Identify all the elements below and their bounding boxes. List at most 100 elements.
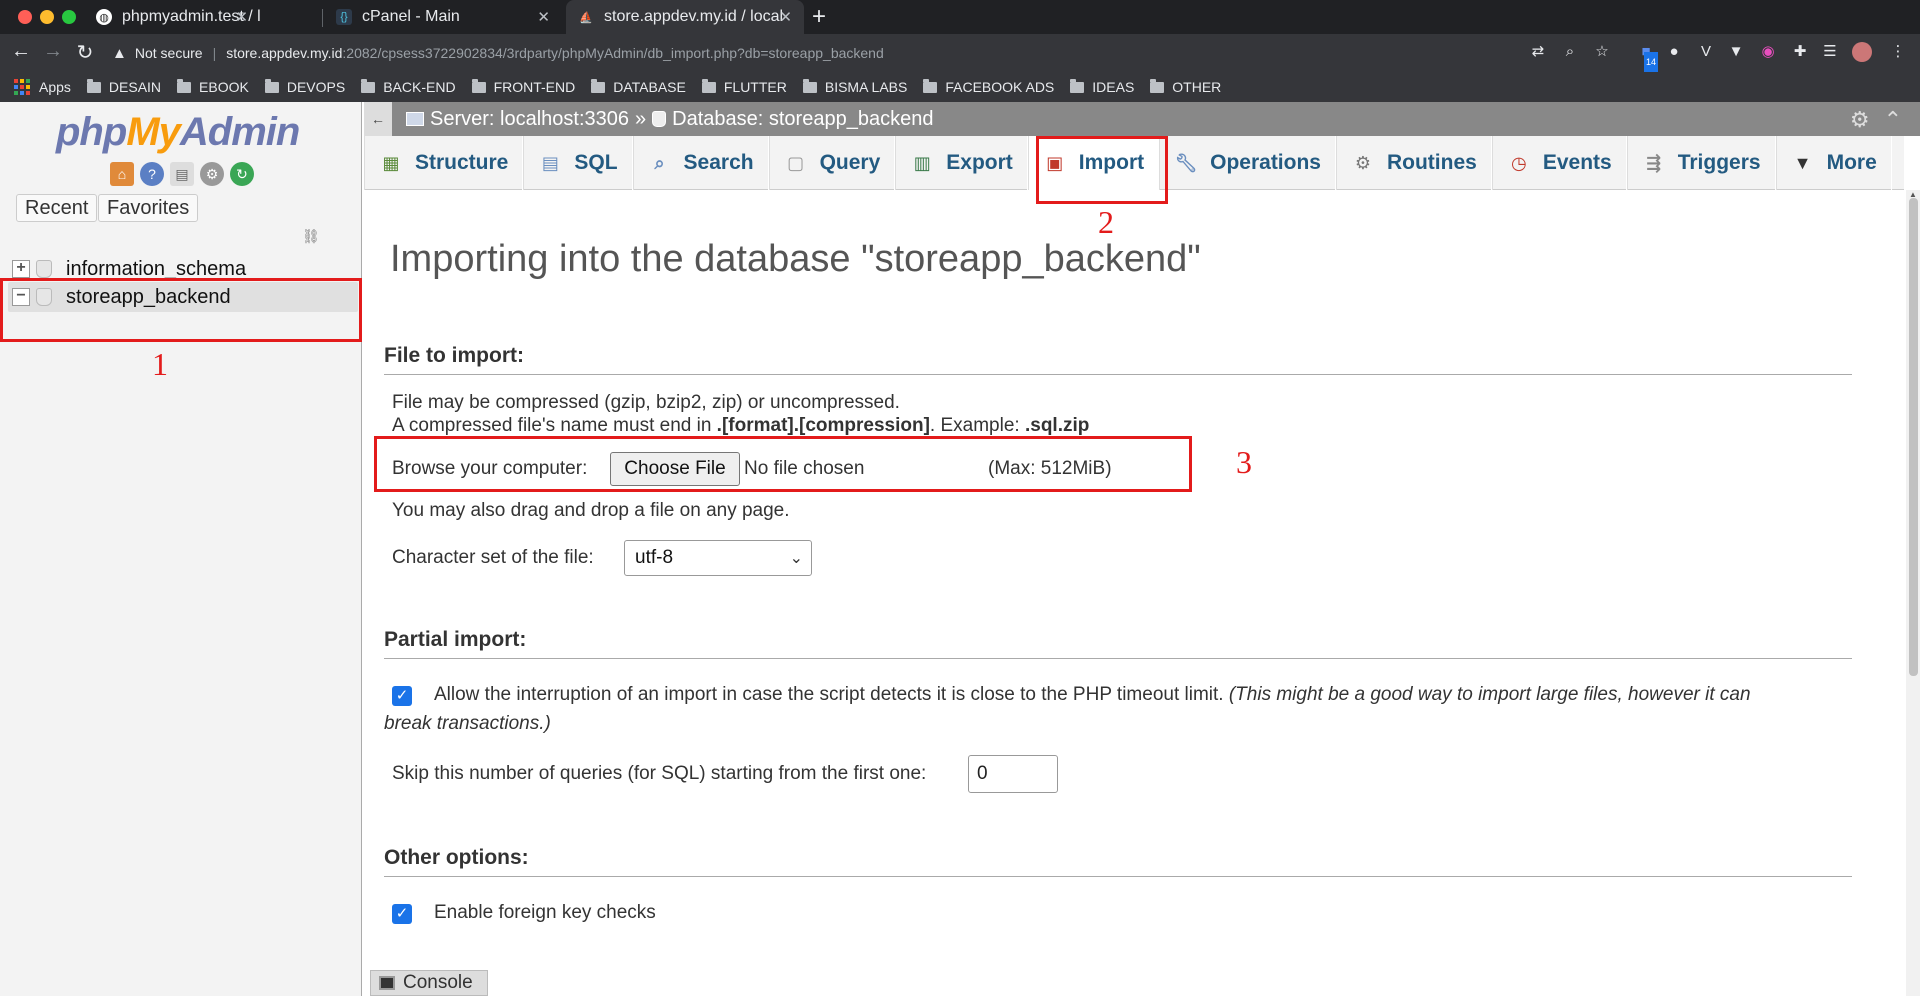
pma-navigation-panel: phpMyAdmin ⌂ ? ▤ ⚙ ↻ Recent Favorites ⛓ … xyxy=(0,102,362,996)
reload-icon[interactable]: ↻ xyxy=(72,40,98,65)
bookmark-folder[interactable]: DESAIN xyxy=(86,78,161,95)
browser-tab-2[interactable]: {} cPanel - Main ✕ xyxy=(324,0,562,34)
bookmark-folder[interactable]: OTHER xyxy=(1150,78,1221,95)
structure-icon: ▦ xyxy=(382,152,400,173)
bookmark-folder[interactable]: BACK-END xyxy=(361,78,456,95)
tab-operations[interactable]: 🔧︎ Operations xyxy=(1159,136,1336,190)
extension-v-icon[interactable]: ▼ xyxy=(1726,42,1746,62)
server-icon xyxy=(406,112,424,126)
folder-icon xyxy=(1150,78,1165,93)
page-title: Importing into the database "storeapp_ba… xyxy=(390,238,1201,280)
folder-icon xyxy=(471,78,486,93)
recent-tab[interactable]: Recent xyxy=(16,194,98,222)
bookmark-folder[interactable]: BISMA LABS xyxy=(802,78,907,95)
folder-icon xyxy=(701,78,716,93)
kebab-menu-icon[interactable]: ⋮ xyxy=(1888,42,1908,62)
extension-badge-icon[interactable]: ■14 xyxy=(1636,42,1659,72)
close-tab-icon[interactable]: ✕ xyxy=(779,8,792,26)
bookmarks-bar: Apps DESAIN EBOOK DEVOPS BACK-END FRONT-… xyxy=(0,72,1920,102)
bookmark-folder[interactable]: DEVOPS xyxy=(264,78,345,95)
breadcrumb-database[interactable]: Database: storeapp_backend xyxy=(672,108,933,131)
tab-title: cPanel - Main xyxy=(362,8,460,25)
tab-sql[interactable]: ▤ SQL xyxy=(523,136,633,190)
folder-icon xyxy=(923,78,938,93)
allow-interrupt-note: break transactions.) xyxy=(384,713,551,734)
page-scrollbar[interactable]: ▲ xyxy=(1906,190,1920,996)
settings-gear-icon[interactable]: ⚙ xyxy=(200,162,224,186)
tab-more[interactable]: ▼ More xyxy=(1775,136,1892,190)
zoom-icon[interactable]: ⌕ xyxy=(1560,42,1580,62)
bookmark-folder[interactable]: FACEBOOK ADS xyxy=(923,78,1054,95)
skip-queries-label: Skip this number of queries (for SQL) st… xyxy=(392,763,927,784)
collapse-up-icon[interactable]: ⌃ xyxy=(1884,107,1902,133)
other-options-heading: Other options: xyxy=(384,846,1852,877)
foreign-key-checkbox[interactable]: ✓ xyxy=(392,904,412,924)
breadcrumb-server[interactable]: Server: localhost:3306 xyxy=(430,108,629,131)
profile-avatar[interactable] xyxy=(1852,42,1872,62)
annotation-box-3 xyxy=(374,436,1192,492)
annotation-label-1: 1 xyxy=(152,346,168,382)
tab-query[interactable]: ▢ Query xyxy=(768,136,896,190)
compression-note: File may be compressed (gzip, bzip2, zip… xyxy=(392,392,900,413)
maximize-window-button[interactable] xyxy=(62,10,76,24)
extension-vue-icon[interactable]: V xyxy=(1696,42,1716,62)
bookmark-folder[interactable]: DATABASE xyxy=(591,78,686,95)
globe-icon: ◍ xyxy=(96,9,112,25)
bar-right-controls: ⚙ ⌃ xyxy=(1850,107,1902,133)
docs-icon[interactable]: ▤ xyxy=(170,162,194,186)
bookmark-folder[interactable]: EBOOK xyxy=(177,78,249,95)
phpmyadmin-logo[interactable]: phpMyAdmin xyxy=(56,110,300,155)
new-tab-button[interactable]: + xyxy=(812,3,826,31)
translate-icon[interactable]: ⇄ xyxy=(1528,42,1548,62)
address-bar[interactable]: ▲ Not secure | store.appdev.my.id :2082/… xyxy=(112,37,1512,69)
browser-tab-3-active[interactable]: ⛵ store.appdev.my.id / local ✕ xyxy=(566,0,804,34)
console-toggle[interactable]: Console xyxy=(370,970,488,996)
close-tab-icon[interactable]: ✕ xyxy=(235,8,248,26)
annotation-label-3: 3 xyxy=(1236,444,1252,480)
tab-structure[interactable]: ▦ Structure xyxy=(364,136,524,190)
extensions-puzzle-icon[interactable]: ✚ xyxy=(1790,42,1810,62)
collapse-nav-arrow-icon[interactable]: ← xyxy=(364,102,392,136)
browser-tab-1[interactable]: ◍ phpmyadmin.test / localh ✕ xyxy=(84,0,260,34)
folder-icon xyxy=(361,78,376,93)
clock-icon: ◷ xyxy=(1510,152,1527,173)
search-icon: ⌕ xyxy=(654,152,665,173)
extension-color-icon[interactable]: ◉ xyxy=(1758,42,1778,62)
minimize-window-button[interactable] xyxy=(40,10,54,24)
sql-icon: ▤ xyxy=(541,152,559,173)
scrollbar-thumb[interactable] xyxy=(1909,198,1918,676)
expand-icon[interactable]: + xyxy=(12,260,30,278)
charset-label: Character set of the file: xyxy=(392,547,594,568)
import-page: Importing into the database "storeapp_ba… xyxy=(364,190,1904,996)
reload-nav-icon[interactable]: ↻ xyxy=(230,162,254,186)
home-icon[interactable]: ⌂ xyxy=(110,162,134,186)
favorites-tab[interactable]: Favorites xyxy=(98,194,199,222)
charset-select[interactable]: utf-8 ⌄ xyxy=(624,540,812,576)
skip-queries-input[interactable]: 0 xyxy=(968,755,1058,793)
bookmark-apps[interactable]: Apps xyxy=(14,79,71,95)
tab-search[interactable]: ⌕ Search xyxy=(632,136,769,190)
bookmark-folder[interactable]: IDEAS xyxy=(1070,78,1134,95)
warning-triangle-icon: ▲ xyxy=(112,44,127,62)
allow-interrupt-checkbox[interactable]: ✓ xyxy=(392,686,412,706)
tab-routines[interactable]: ⚙ Routines xyxy=(1335,136,1492,190)
tab-export[interactable]: ▥ Export xyxy=(895,136,1028,190)
reading-list-icon[interactable]: ☰ xyxy=(1820,42,1840,62)
tab-events[interactable]: ◷ Events xyxy=(1491,136,1627,190)
bookmark-folder[interactable]: FLUTTER xyxy=(701,78,787,95)
extension-circle-icon[interactable]: ● xyxy=(1664,42,1684,62)
close-tab-icon[interactable]: ✕ xyxy=(537,8,550,26)
folder-icon xyxy=(1070,78,1085,93)
link-icon[interactable]: ⛓ xyxy=(302,228,320,245)
settings-gear-icon[interactable]: ⚙ xyxy=(1850,107,1870,133)
back-arrow-icon[interactable]: ← xyxy=(8,40,34,63)
bookmark-folder[interactable]: FRONT-END xyxy=(471,78,575,95)
close-window-button[interactable] xyxy=(18,10,32,24)
tab-triggers[interactable]: ⇶ Triggers xyxy=(1626,136,1776,190)
breadcrumb-separator: » xyxy=(635,107,647,130)
bookmark-star-icon[interactable]: ☆ xyxy=(1592,42,1612,62)
console-icon xyxy=(379,976,395,990)
triggers-icon: ⇶ xyxy=(1646,152,1662,173)
forward-arrow-icon[interactable]: → xyxy=(40,40,66,63)
help-icon[interactable]: ? xyxy=(140,162,164,186)
